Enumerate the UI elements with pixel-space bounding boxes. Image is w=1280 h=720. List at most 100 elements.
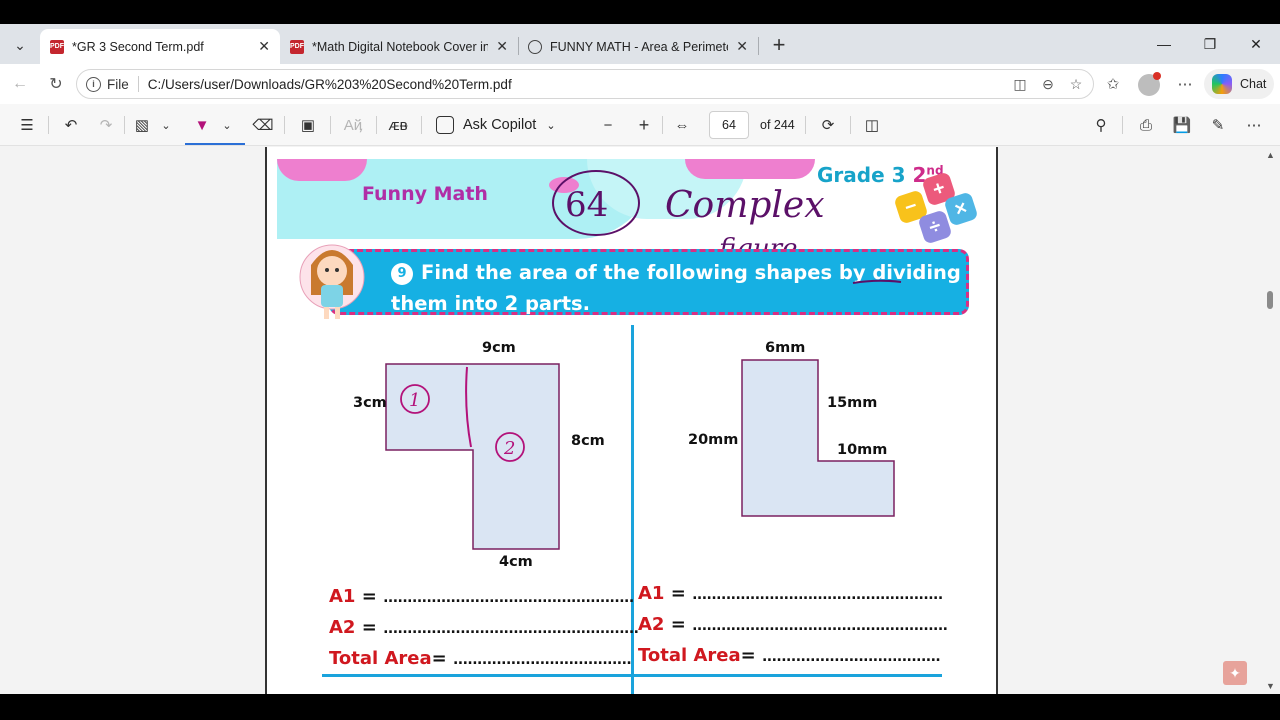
- url-text[interactable]: C:/Users/user/Downloads/GR%203%20Second%…: [148, 77, 512, 92]
- plus-icon: +: [772, 32, 786, 57]
- close-icon[interactable]: ✕: [258, 38, 270, 55]
- close-icon[interactable]: ✕: [736, 38, 748, 55]
- translate-button[interactable]: ᴁᴃ: [385, 111, 411, 139]
- divider: [124, 116, 125, 134]
- answer-total-right: Total Area= ............................…: [638, 645, 941, 666]
- print-button[interactable]: ⎙: [1133, 111, 1159, 139]
- answer-blank: ........................................…: [383, 590, 634, 606]
- page-count: of 244: [760, 118, 795, 132]
- draw-button[interactable]: ▼: [189, 111, 215, 139]
- pen-icon: ▼: [194, 116, 210, 134]
- answer-blank: ........................................…: [383, 621, 639, 637]
- scroll-down-icon[interactable]: ▼: [1266, 681, 1275, 691]
- acrobat-icon[interactable]: ✦: [1223, 661, 1247, 685]
- equals-sign: =: [740, 645, 762, 666]
- scroll-up-icon[interactable]: ▲: [1266, 150, 1275, 160]
- read-aloud-button[interactable]: Aҋ: [340, 111, 366, 139]
- info-icon[interactable]: i: [86, 76, 101, 92]
- address-bar[interactable]: i File C:/Users/user/Downloads/GR%203%20…: [76, 69, 1094, 99]
- chevron-down-icon: ⌄: [222, 119, 232, 132]
- pdf-icon: PDF: [290, 39, 304, 54]
- rotate-button[interactable]: ⟳: [815, 111, 841, 139]
- list-icon: ☰: [20, 117, 34, 134]
- divider: [662, 116, 663, 134]
- answer-label: A2: [329, 617, 356, 638]
- contents-button[interactable]: ☰: [14, 111, 40, 139]
- zoom-out-icon[interactable]: ⊖: [1037, 73, 1059, 95]
- answer-a2-left: A2 = ...................................…: [329, 617, 639, 638]
- save-button[interactable]: 💾: [1169, 111, 1195, 139]
- highlight-options-button[interactable]: ⌄: [157, 111, 175, 139]
- browser-window: ⌄ PDF *GR 3 Second Term.pdf ✕ PDF *Math …: [0, 24, 1280, 694]
- pdf-viewer[interactable]: Funny Math Grade 3 2nd − + × ÷ 64 Comple…: [0, 147, 1262, 694]
- undo-icon: ↶: [64, 117, 78, 134]
- vertical-scrollbar[interactable]: ▲ ▼: [1262, 147, 1280, 694]
- zoom-out-button[interactable]: −: [596, 111, 620, 139]
- close-window-button[interactable]: ✕: [1233, 30, 1279, 58]
- tab-label: *GR 3 Second Term.pdf: [72, 39, 204, 54]
- dimension-label: 4cm: [499, 554, 533, 570]
- scrollbar-thumb[interactable]: [1267, 291, 1273, 309]
- equals-sign: =: [431, 648, 453, 669]
- fit-to-width-button[interactable]: ⇔: [669, 111, 695, 139]
- minimize-button[interactable]: —: [1141, 30, 1187, 58]
- answer-blank: .....................................: [761, 649, 941, 665]
- redo-button[interactable]: ↷: [93, 111, 119, 139]
- divider: [1122, 116, 1123, 134]
- tab-funny-math[interactable]: FUNNY MATH - Area & Perimeter ✕: [518, 29, 758, 64]
- highlight-button[interactable]: ▧: [130, 111, 154, 139]
- redo-icon: ↷: [99, 117, 113, 134]
- ask-copilot-button[interactable]: Ask Copilot ⌄: [436, 111, 556, 139]
- close-icon[interactable]: ✕: [496, 38, 508, 55]
- chevron-down-icon: ⌄: [546, 119, 556, 132]
- undo-button[interactable]: ↶: [58, 111, 84, 139]
- back-button[interactable]: ←: [6, 70, 34, 98]
- answer-total-left: Total Area= ............................…: [329, 648, 632, 669]
- tab-math-digital-notebook[interactable]: PDF *Math Digital Notebook Cover in C ✕: [280, 29, 518, 64]
- restore-button[interactable]: ❐: [1187, 30, 1233, 58]
- save-as-button[interactable]: ✎: [1205, 111, 1231, 139]
- favorites-button[interactable]: ✩: [1099, 70, 1127, 98]
- refresh-button[interactable]: ↻: [42, 70, 70, 98]
- right-l-shape: [741, 359, 895, 517]
- immersive-reader-icon[interactable]: ◫: [1009, 73, 1031, 95]
- pdf-toolbar: ☰ ↶ ↷ ▧ ⌄ ▼ ⌄ ⌫ ▣ Aҋ ᴁᴃ Ask Copilot ⌄ − …: [0, 104, 1280, 146]
- shapes-area: 1 2: [385, 359, 895, 550]
- copilot-icon: [1212, 74, 1232, 94]
- erase-button[interactable]: ⌫: [250, 111, 276, 139]
- chevron-down-icon: ⌄: [161, 119, 171, 132]
- dimension-label: 20mm: [688, 432, 739, 448]
- more-options-button[interactable]: ⋯: [1171, 70, 1199, 98]
- zoom-in-button[interactable]: +: [632, 111, 656, 139]
- settings-more-button[interactable]: ⋯: [1241, 111, 1267, 139]
- answer-a1-right: A1 = ...................................…: [638, 583, 943, 604]
- rotate-icon: ⟳: [821, 117, 835, 134]
- divider: [284, 116, 285, 134]
- tab-gr3-second-term[interactable]: PDF *GR 3 Second Term.pdf ✕: [40, 29, 280, 64]
- save-icon: 💾: [1172, 117, 1192, 134]
- dimension-label: 9cm: [482, 340, 516, 356]
- tab-separator: [758, 37, 759, 55]
- copilot-chat-button[interactable]: Chat: [1204, 69, 1274, 99]
- answer-blank: ........................................…: [692, 618, 948, 634]
- handwritten-mark-2: 2: [503, 438, 515, 459]
- draw-options-button[interactable]: ⌄: [218, 111, 236, 139]
- find-button[interactable]: ⚲: [1088, 111, 1114, 139]
- dimension-label: 15mm: [827, 395, 878, 411]
- pdf-page[interactable]: Funny Math Grade 3 2nd − + × ÷ 64 Comple…: [265, 147, 998, 694]
- address-bar-actions: ◫ ⊖ ☆: [1009, 73, 1087, 95]
- search-icon: ⚲: [1095, 117, 1107, 134]
- star-icon[interactable]: ☆: [1065, 73, 1087, 95]
- answer-blank: ........................................…: [692, 587, 943, 603]
- answer-a1-left: A1 = ...................................…: [329, 586, 634, 607]
- page-view-button[interactable]: ◫: [859, 111, 885, 139]
- divider: [421, 116, 422, 134]
- answer-label: Total Area: [329, 648, 432, 669]
- new-tab-button[interactable]: +: [766, 32, 792, 58]
- tab-actions-menu-button[interactable]: ⌄: [6, 31, 34, 59]
- save-as-icon: ✎: [1211, 117, 1225, 134]
- add-text-button[interactable]: ▣: [295, 111, 321, 139]
- handwritten-mark-1: 1: [409, 390, 420, 411]
- page-number-input[interactable]: 64: [709, 111, 749, 139]
- minimize-icon: —: [1157, 36, 1171, 52]
